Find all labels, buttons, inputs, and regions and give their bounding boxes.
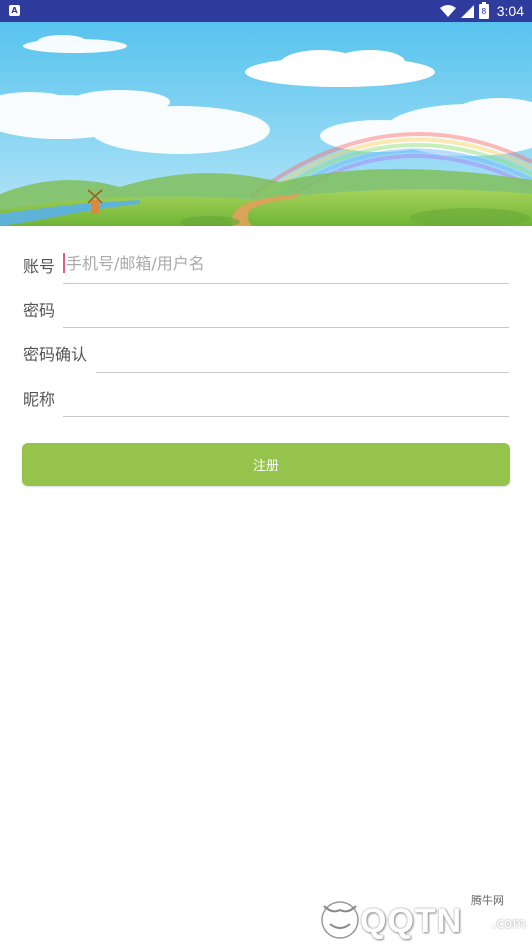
watermark-suffix: .com — [491, 916, 526, 932]
password-confirm-underline — [96, 372, 509, 373]
account-label: 账号 — [23, 257, 56, 276]
watermark-small-text: 腾牛网 — [471, 894, 504, 907]
account-underline — [63, 283, 509, 284]
status-icons: 8 3:04 — [439, 0, 524, 22]
nickname-label: 昵称 — [23, 390, 56, 409]
nickname-row: 昵称 — [0, 374, 532, 418]
signal-icon — [460, 4, 474, 18]
nickname-input[interactable] — [66, 380, 506, 412]
site-watermark: 腾牛网 QQTN .com — [316, 888, 526, 944]
password-confirm-input[interactable] — [100, 335, 506, 367]
password-row: 密码 — [0, 285, 532, 329]
status-time: 3:04 — [496, 3, 524, 19]
password-label: 密码 — [23, 301, 56, 320]
watermark-text: QQTN — [360, 902, 463, 940]
account-row: 账号 — [0, 241, 532, 285]
nickname-underline — [63, 416, 509, 417]
register-button[interactable]: 注册 — [22, 443, 510, 486]
password-confirm-label: 密码确认 — [23, 345, 88, 364]
bull-logo-icon — [321, 901, 359, 939]
text-cursor — [63, 253, 65, 273]
password-underline — [63, 327, 509, 328]
wifi-icon — [439, 5, 456, 17]
password-confirm-row: 密码确认 — [0, 329, 532, 373]
app-notification-icon: A — [9, 5, 20, 16]
password-input[interactable] — [66, 291, 506, 323]
account-input[interactable] — [66, 247, 506, 279]
header-banner-image — [0, 22, 532, 226]
status-bar: A 8 3:04 — [0, 0, 532, 22]
battery-icon: 8 — [478, 1, 489, 19]
